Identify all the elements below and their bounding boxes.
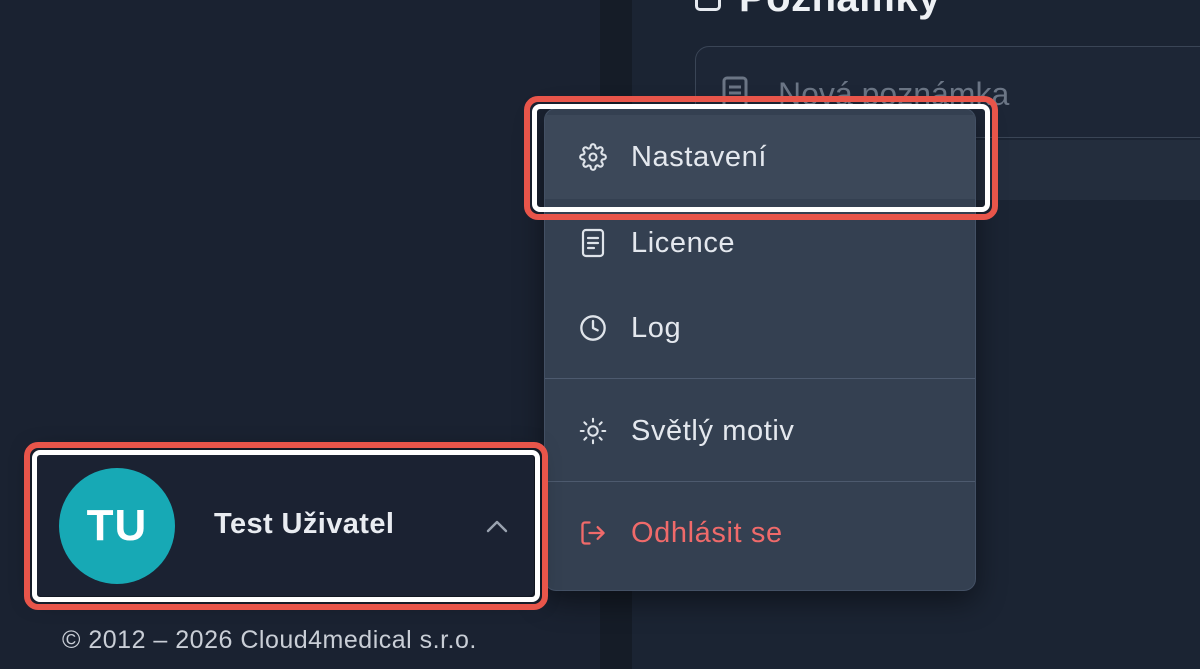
- menu-item-label: Licence: [631, 226, 736, 259]
- document-icon: [579, 228, 607, 258]
- menu-item-logout[interactable]: Odhlásit se: [545, 491, 975, 575]
- menu-item-label: Log: [631, 311, 682, 344]
- user-name: Test Uživatel: [214, 508, 395, 540]
- menu-separator: [545, 378, 975, 379]
- sun-icon: [579, 417, 607, 445]
- menu-separator: [545, 481, 975, 482]
- user-menu: Nastavení Licence Log Světlý motiv Odhlá…: [544, 108, 976, 591]
- gear-icon: [579, 143, 607, 171]
- menu-item-licence[interactable]: Licence: [545, 201, 975, 285]
- avatar[interactable]: TU: [59, 468, 175, 584]
- page-title: Poznámky: [739, 0, 941, 21]
- document-icon: [722, 76, 748, 110]
- notes-header: Poznámky: [695, 0, 941, 22]
- menu-item-label: Nastavení: [631, 140, 767, 173]
- notes-icon: [695, 0, 721, 11]
- menu-item-label: Odhlásit se: [631, 516, 783, 549]
- menu-item-label: Světlý motiv: [631, 414, 795, 447]
- chevron-up-icon[interactable]: [482, 512, 512, 542]
- menu-item-settings[interactable]: Nastavení: [545, 115, 975, 199]
- menu-item-log[interactable]: Log: [545, 286, 975, 370]
- logout-icon: [579, 519, 607, 547]
- menu-item-light-theme[interactable]: Světlý motiv: [545, 389, 975, 473]
- copyright-text: © 2012 – 2026 Cloud4medical s.r.o.: [62, 626, 477, 654]
- clock-icon: [579, 314, 607, 342]
